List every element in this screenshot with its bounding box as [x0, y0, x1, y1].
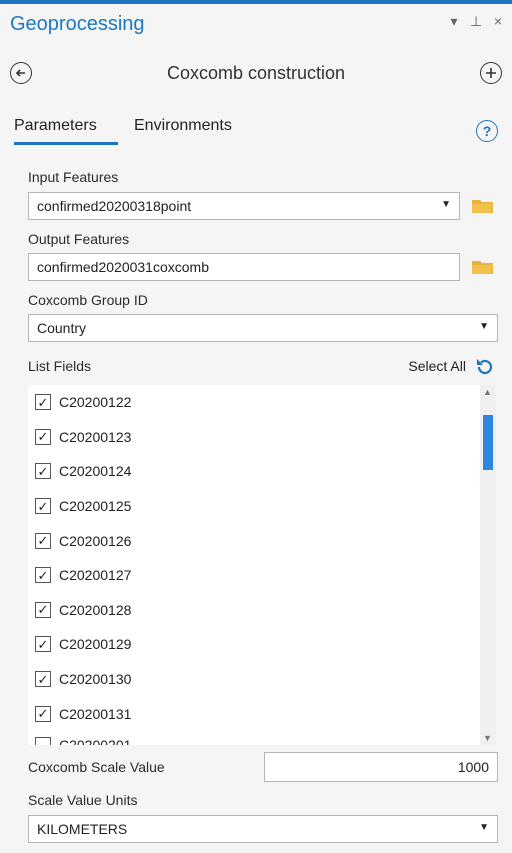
output-features-input[interactable]: confirmed2020031coxcomb	[28, 253, 460, 281]
list-item[interactable]: ✓ C20200124	[28, 454, 480, 489]
chevron-down-icon: ▼	[479, 321, 489, 332]
field-name: C20200123	[59, 428, 132, 445]
select-all-link[interactable]: Select All	[408, 358, 466, 374]
field-name: C20200201	[59, 737, 132, 745]
checkbox[interactable]: ✓	[35, 567, 51, 584]
pin-icon[interactable]: ⊥	[470, 13, 482, 30]
field-name: C20200128	[59, 601, 132, 618]
tool-title: Coxcomb construction	[166, 63, 346, 83]
tab-parameters[interactable]: Parameters	[14, 117, 97, 135]
scroll-up-icon[interactable]: ▲	[483, 387, 492, 397]
tool-header: Coxcomb construction	[0, 55, 512, 95]
active-tab-underline	[14, 142, 118, 145]
checkbox[interactable]: ✓	[35, 394, 51, 411]
chevron-down-icon: ▼	[479, 822, 489, 833]
field-name: C20200126	[59, 532, 132, 549]
scale-value-input[interactable]: 1000	[264, 752, 498, 782]
list-item-content: C20200201	[28, 731, 480, 745]
field-name: C20200122	[59, 394, 132, 411]
field-name: C20200129	[59, 636, 132, 653]
field-name: C20200124	[59, 463, 132, 480]
list-item[interactable]: ✓ C20200125	[28, 489, 480, 524]
checkbox[interactable]: ✓	[35, 532, 51, 549]
list-scrollbar[interactable]: ▲ ▼	[480, 385, 496, 745]
input-features-dropdown[interactable]: confirmed20200318point ▼	[28, 192, 460, 220]
menu-dropdown-icon[interactable]: ▾	[448, 13, 460, 30]
browse-folder-icon[interactable]	[471, 258, 495, 276]
list-item[interactable]: ✓ C20200128	[28, 593, 480, 628]
checkbox[interactable]: ✓	[35, 601, 51, 618]
group-id-label: Coxcomb Group ID	[28, 292, 148, 308]
list-fields-header: List Fields Select All	[28, 358, 498, 378]
add-button[interactable]	[480, 62, 502, 84]
field-name: C20200130	[59, 671, 132, 688]
scale-units-dropdown[interactable]: KILOMETERS ▼	[28, 815, 498, 843]
field-name: C20200127	[59, 567, 132, 584]
chevron-down-icon: ▼	[441, 199, 451, 210]
input-features-value: confirmed20200318point	[37, 198, 192, 214]
checkbox[interactable]: ✓	[35, 671, 51, 688]
list-fields-items: ✓ C20200122 ✓ C20200123 ✓ C20200124 ✓ C20200…	[28, 385, 480, 731]
field-name: C20200125	[59, 498, 132, 515]
list-item[interactable]: ✓ C20200131	[28, 696, 480, 731]
list-item[interactable]: ✓ C20200130	[28, 662, 480, 697]
scale-units-value: KILOMETERS	[37, 821, 128, 837]
output-features-label: Output Features	[28, 231, 130, 247]
list-fields-label: List Fields	[28, 358, 92, 374]
browse-folder-icon[interactable]	[471, 197, 495, 215]
tab-environments[interactable]: Environments	[134, 117, 232, 135]
reset-icon[interactable]	[474, 356, 496, 378]
group-id-dropdown[interactable]: Country ▼	[28, 314, 498, 342]
field-name: C20200131	[59, 705, 132, 722]
list-fields-box: ✓ C20200122 ✓ C20200123 ✓ C20200124 ✓ C20200…	[28, 385, 496, 745]
help-icon[interactable]: ?	[476, 120, 498, 142]
input-features-label: Input Features	[28, 169, 119, 185]
list-item[interactable]: C20200201	[28, 731, 480, 745]
scroll-thumb[interactable]	[483, 415, 493, 470]
list-item[interactable]: ✓ C20200122	[28, 385, 480, 420]
list-item[interactable]: ✓ C20200126	[28, 523, 480, 558]
checkbox[interactable]	[35, 737, 51, 745]
checkbox[interactable]: ✓	[35, 705, 51, 722]
checkbox[interactable]: ✓	[35, 636, 51, 653]
scale-units-label: Scale Value Units	[28, 792, 138, 808]
checkbox[interactable]: ✓	[35, 428, 51, 445]
scroll-down-icon[interactable]: ▼	[483, 733, 492, 743]
pane-window-controls: ▾ ⊥ ×	[448, 13, 504, 30]
scale-value-label: Coxcomb Scale Value	[28, 759, 165, 775]
list-item[interactable]: ✓ C20200129	[28, 627, 480, 662]
list-item[interactable]: ✓ C20200127	[28, 558, 480, 593]
pane-title: Geoprocessing	[10, 13, 145, 35]
pane-title-bar: Geoprocessing ▾ ⊥ ×	[0, 4, 512, 42]
checkbox[interactable]: ✓	[35, 498, 51, 515]
output-features-value: confirmed2020031coxcomb	[37, 259, 209, 275]
group-id-value: Country	[37, 320, 87, 336]
checkbox[interactable]: ✓	[35, 463, 51, 480]
close-icon[interactable]: ×	[492, 13, 504, 30]
list-item[interactable]: ✓ C20200123	[28, 420, 480, 455]
plus-icon	[486, 68, 496, 78]
